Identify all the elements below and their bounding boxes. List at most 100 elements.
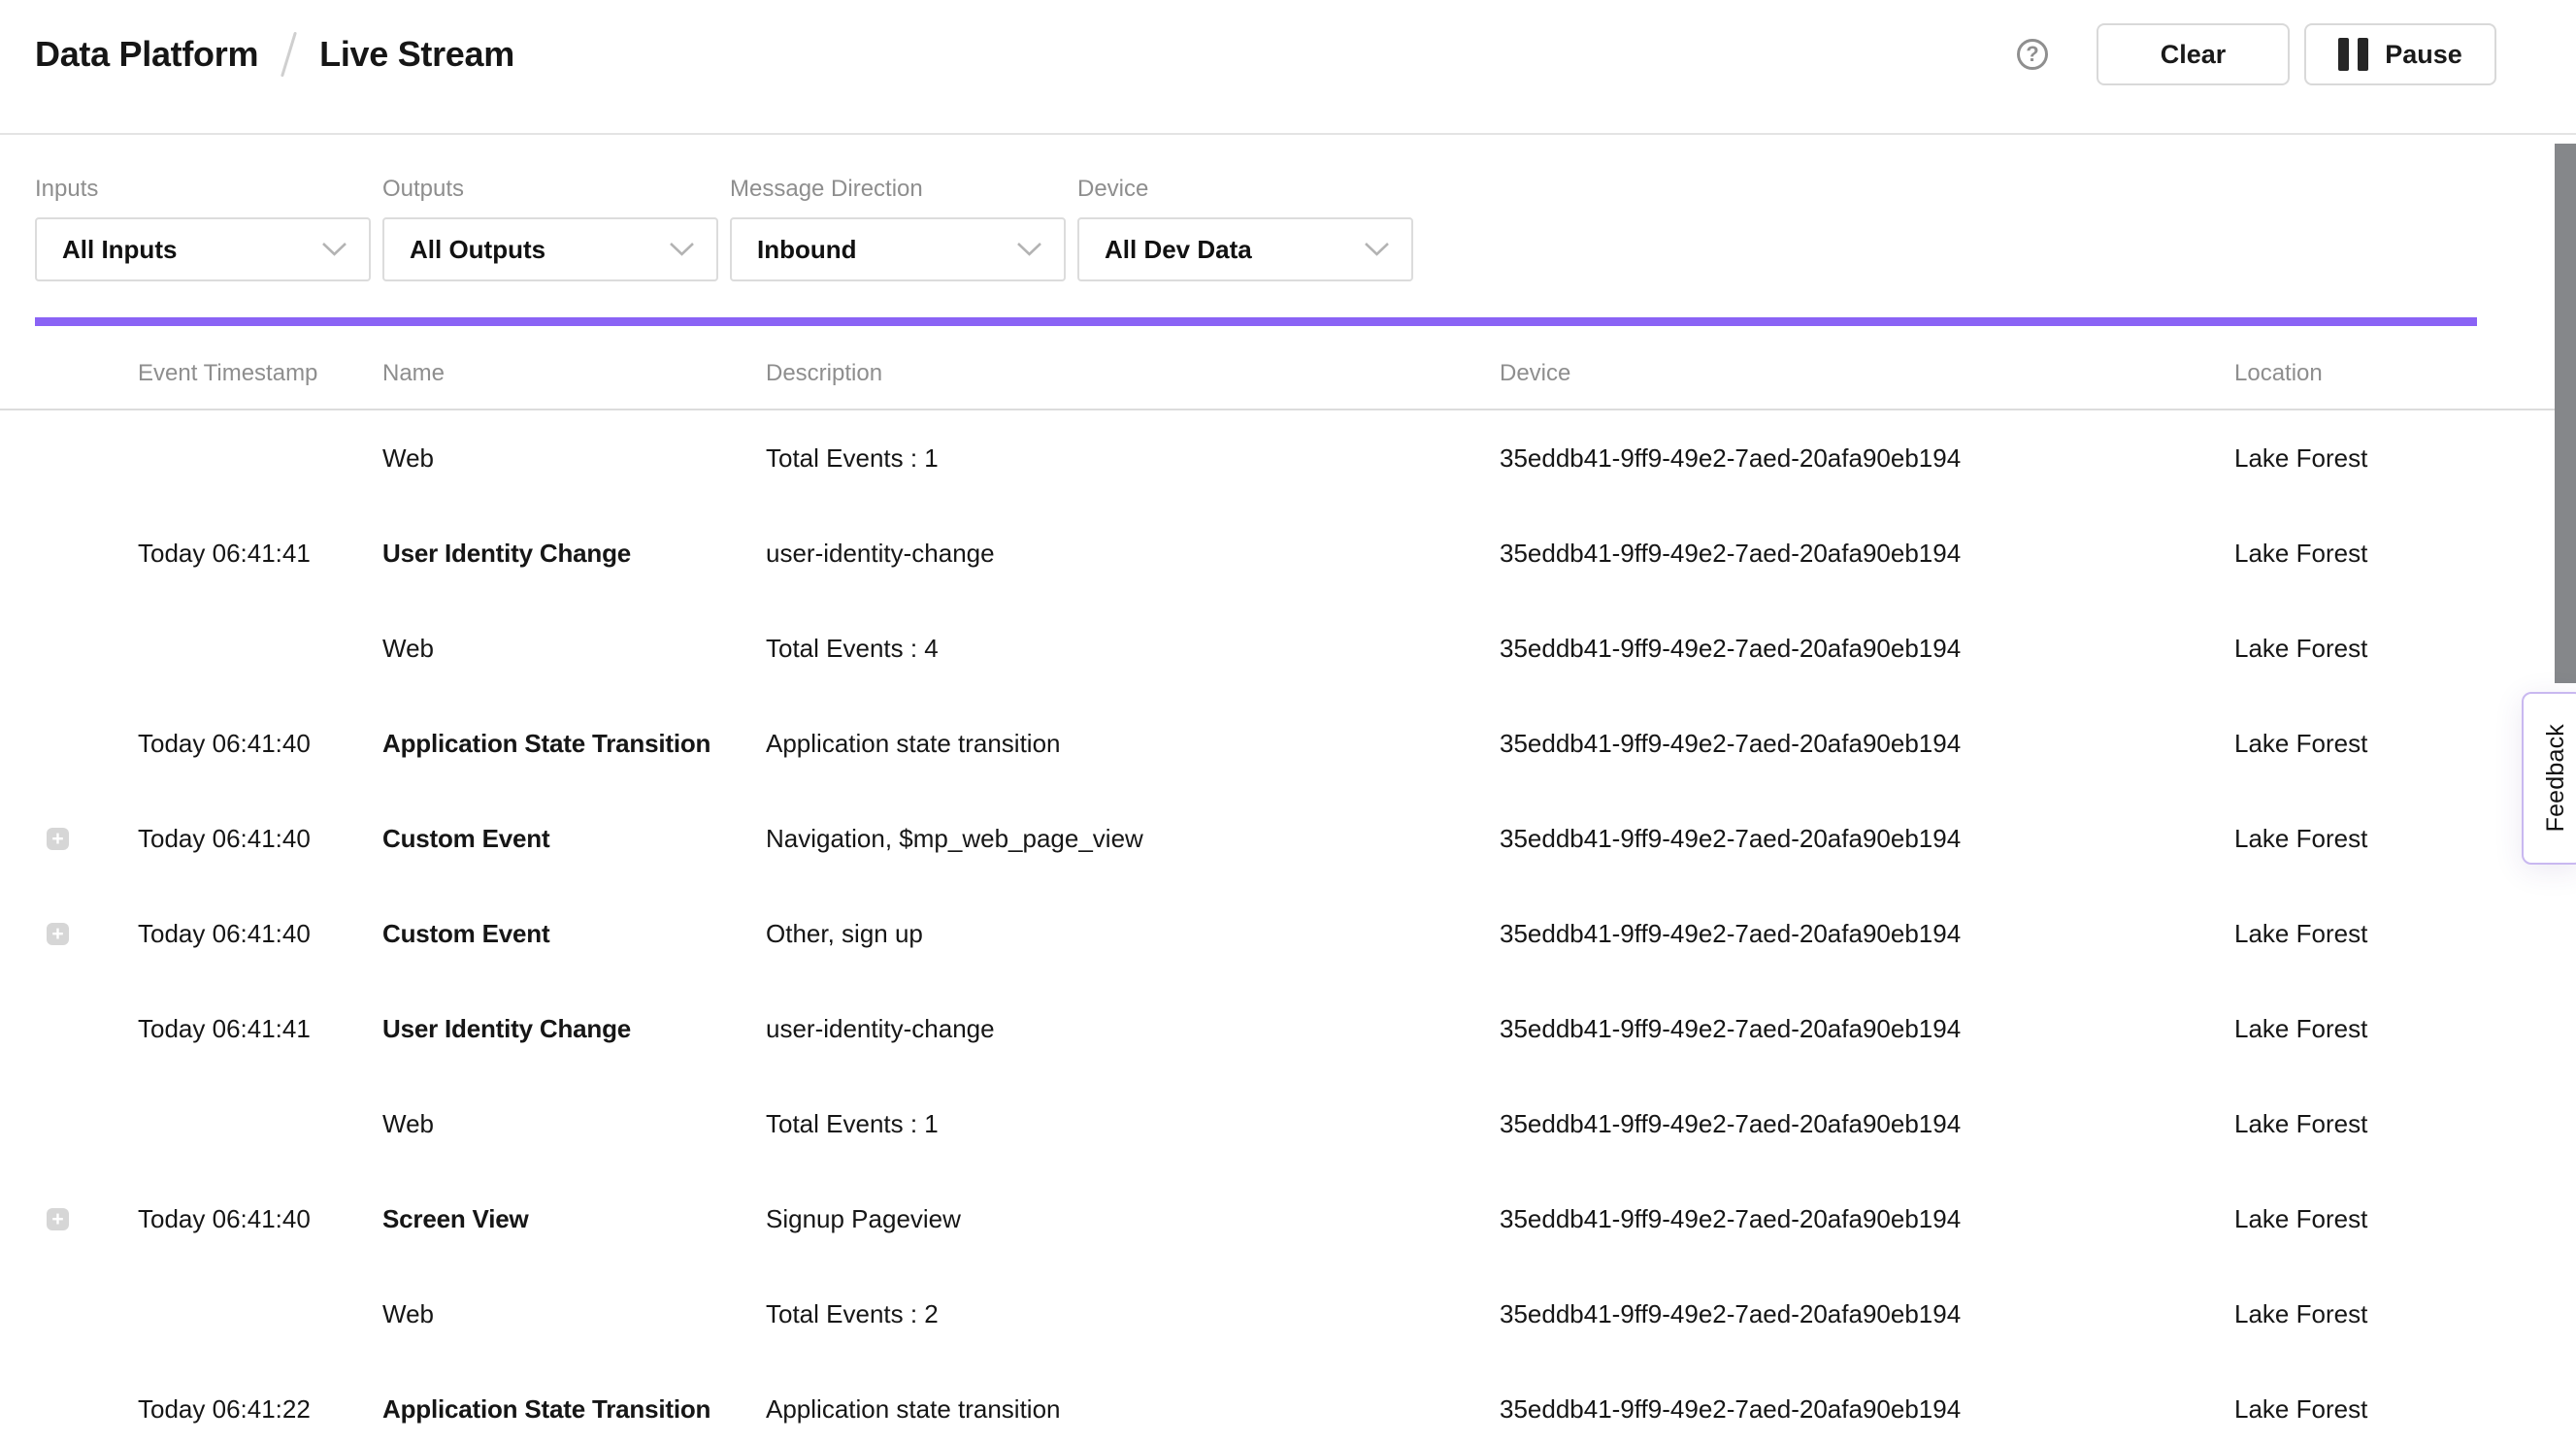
expand-cell: + <box>0 1303 138 1326</box>
filter-device: Device All Dev Data <box>1077 176 1413 281</box>
chevron-down-icon <box>321 242 347 257</box>
cell-location: Lake Forest <box>2234 1014 2576 1044</box>
cell-device: 35eddb41-9ff9-49e2-7aed-20afa90eb194 <box>1500 1299 2234 1329</box>
table-row: + Web Total Events : 2 35eddb41-9ff9-49e… <box>0 1266 2576 1361</box>
cell-location: Lake Forest <box>2234 1394 2576 1425</box>
cell-device: 35eddb41-9ff9-49e2-7aed-20afa90eb194 <box>1500 539 2234 569</box>
feedback-tab[interactable]: Feedback <box>2522 692 2576 865</box>
expand-plus-icon[interactable]: + <box>47 1208 69 1230</box>
cell-name: Web <box>382 443 766 474</box>
cell-name: Web <box>382 1299 766 1329</box>
column-header-location: Location <box>2234 360 2576 387</box>
table-row: + Today 06:41:41 User Identity Change us… <box>0 506 2576 601</box>
scrollbar-thumb[interactable] <box>2555 144 2576 683</box>
filter-inputs: Inputs All Inputs <box>35 176 371 281</box>
filter-outputs: Outputs All Outputs <box>382 176 718 281</box>
toolbar: ? Clear Pause <box>2017 23 2496 85</box>
cell-event-timestamp: Today 06:41:40 <box>138 824 382 854</box>
expand-plus-icon[interactable]: + <box>47 923 69 945</box>
table-row: + Web Total Events : 1 35eddb41-9ff9-49e… <box>0 410 2576 506</box>
table-body: + Web Total Events : 1 35eddb41-9ff9-49e… <box>0 410 2576 1442</box>
cell-device: 35eddb41-9ff9-49e2-7aed-20afa90eb194 <box>1500 1204 2234 1234</box>
breadcrumb-separator-icon <box>281 32 297 78</box>
pause-label: Pause <box>2385 40 2462 70</box>
expand-cell: + <box>0 1018 138 1040</box>
breadcrumb: Data Platform Live Stream <box>35 23 514 85</box>
cell-description: Total Events : 4 <box>766 634 1500 664</box>
expand-cell: + <box>0 733 138 755</box>
cell-name: Application State Transition <box>382 729 766 759</box>
cell-event-timestamp: Today 06:41:40 <box>138 1204 382 1234</box>
expand-cell: + <box>0 638 138 660</box>
cell-location: Lake Forest <box>2234 443 2576 474</box>
expand-cell: + <box>0 1208 138 1230</box>
cell-description: user-identity-change <box>766 539 1500 569</box>
filter-selected-value: All Dev Data <box>1105 235 1252 265</box>
expand-plus-icon[interactable]: + <box>47 828 69 850</box>
cell-device: 35eddb41-9ff9-49e2-7aed-20afa90eb194 <box>1500 443 2234 474</box>
column-header-description: Description <box>766 360 1500 387</box>
expand-cell: + <box>0 1113 138 1135</box>
breadcrumb-data-platform[interactable]: Data Platform <box>35 34 258 75</box>
cell-device: 35eddb41-9ff9-49e2-7aed-20afa90eb194 <box>1500 824 2234 854</box>
cell-location: Lake Forest <box>2234 919 2576 949</box>
filter-dropdown-inputs[interactable]: All Inputs <box>35 217 371 281</box>
filter-label: Outputs <box>382 176 718 203</box>
filter-message-direction: Message Direction Inbound <box>730 176 1066 281</box>
help-icon[interactable]: ? <box>2017 39 2048 70</box>
cell-device: 35eddb41-9ff9-49e2-7aed-20afa90eb194 <box>1500 729 2234 759</box>
cell-description: Total Events : 1 <box>766 443 1500 474</box>
table-row: + Today 06:41:40 Custom Event Other, sig… <box>0 886 2576 981</box>
cell-location: Lake Forest <box>2234 1299 2576 1329</box>
filter-selected-value: Inbound <box>757 235 857 265</box>
cell-event-timestamp: Today 06:41:40 <box>138 729 382 759</box>
cell-device: 35eddb41-9ff9-49e2-7aed-20afa90eb194 <box>1500 1014 2234 1044</box>
clear-label: Clear <box>2161 40 2227 70</box>
filter-dropdown-device[interactable]: All Dev Data <box>1077 217 1413 281</box>
filter-label: Device <box>1077 176 1413 203</box>
cell-description: Total Events : 1 <box>766 1109 1500 1139</box>
live-stream-page: Data Platform Live Stream ? Clear Pause … <box>0 0 2576 1442</box>
breadcrumb-live-stream: Live Stream <box>319 34 514 75</box>
table-row: + Web Total Events : 4 35eddb41-9ff9-49e… <box>0 601 2576 696</box>
pause-button[interactable]: Pause <box>2304 23 2496 85</box>
table-row: + Today 06:41:41 User Identity Change us… <box>0 981 2576 1076</box>
cell-description: Application state transition <box>766 729 1500 759</box>
cell-description: Signup Pageview <box>766 1204 1500 1234</box>
cell-name: Application State Transition <box>382 1394 766 1425</box>
table-row: + Today 06:41:22 Application State Trans… <box>0 1361 2576 1442</box>
filter-dropdown-outputs[interactable]: All Outputs <box>382 217 718 281</box>
cell-location: Lake Forest <box>2234 1109 2576 1139</box>
cell-name: Web <box>382 1109 766 1139</box>
cell-location: Lake Forest <box>2234 1204 2576 1234</box>
table-row: + Today 06:41:40 Custom Event Navigation… <box>0 791 2576 886</box>
cell-event-timestamp: Today 06:41:41 <box>138 1014 382 1044</box>
cell-name: Custom Event <box>382 824 766 854</box>
table-header-row: Event Timestamp Name Description Device … <box>0 326 2576 410</box>
expand-cell: + <box>0 828 138 850</box>
cell-event-timestamp: Today 06:41:40 <box>138 919 382 949</box>
cell-name: User Identity Change <box>382 539 766 569</box>
cell-location: Lake Forest <box>2234 634 2576 664</box>
cell-description: Application state transition <box>766 1394 1500 1425</box>
expand-cell: + <box>0 923 138 945</box>
chevron-down-icon <box>1364 242 1390 257</box>
table-row: + Today 06:41:40 Application State Trans… <box>0 696 2576 791</box>
cell-event-timestamp: Today 06:41:41 <box>138 539 382 569</box>
expand-cell: + <box>0 1398 138 1421</box>
column-header-event-timestamp: Event Timestamp <box>138 360 382 387</box>
cell-description: user-identity-change <box>766 1014 1500 1044</box>
column-header-name: Name <box>382 360 766 387</box>
expand-cell: + <box>0 542 138 565</box>
table-row: + Web Total Events : 1 35eddb41-9ff9-49e… <box>0 1076 2576 1171</box>
cell-event-timestamp: Today 06:41:22 <box>138 1394 382 1425</box>
clear-button[interactable]: Clear <box>2097 23 2290 85</box>
filter-selected-value: All Inputs <box>62 235 177 265</box>
cell-device: 35eddb41-9ff9-49e2-7aed-20afa90eb194 <box>1500 1109 2234 1139</box>
table-row: + Today 06:41:40 Screen View Signup Page… <box>0 1171 2576 1266</box>
top-bar: Data Platform Live Stream ? Clear Pause <box>0 0 2576 135</box>
cell-description: Other, sign up <box>766 919 1500 949</box>
filter-label: Inputs <box>35 176 371 203</box>
filter-dropdown-message-direction[interactable]: Inbound <box>730 217 1066 281</box>
filters-bar: Inputs All Inputs Outputs All Outputs Me… <box>0 135 2576 281</box>
